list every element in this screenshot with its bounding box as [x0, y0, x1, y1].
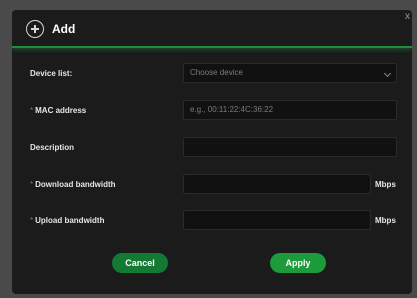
description-input[interactable]	[183, 137, 397, 157]
upload-unit-label: Mbps	[375, 216, 396, 225]
upload-bandwidth-label: * Upload bandwidth	[30, 216, 104, 226]
required-mark: *	[30, 180, 34, 189]
dialog-title: Add	[52, 22, 76, 36]
mac-address-label: * MAC address	[30, 106, 86, 116]
dialog-header: Add	[12, 10, 412, 48]
download-bandwidth-input[interactable]	[183, 174, 371, 194]
chevron-down-icon	[383, 69, 392, 78]
download-bandwidth-label-text: Download bandwidth	[35, 180, 116, 189]
mac-address-placeholder: e.g., 00:11:22:4C:36:22	[190, 105, 274, 114]
add-dialog: x Add Device list: Choose device * MAC ad…	[12, 10, 412, 294]
required-mark: *	[30, 216, 34, 225]
mac-address-label-text: MAC address	[35, 106, 87, 115]
device-list-select[interactable]: Choose device	[183, 63, 397, 83]
upload-bandwidth-input[interactable]	[183, 210, 371, 230]
description-label: Description	[30, 143, 75, 152]
device-list-placeholder: Choose device	[190, 68, 243, 77]
required-mark: *	[30, 106, 34, 115]
download-bandwidth-label: * Download bandwidth	[30, 180, 116, 190]
cancel-button[interactable]: Cancel	[112, 253, 168, 273]
upload-bandwidth-label-text: Upload bandwidth	[35, 216, 105, 225]
device-list-label: Device list:	[30, 69, 73, 78]
mac-address-input[interactable]: e.g., 00:11:22:4C:36:22	[183, 100, 397, 120]
apply-button[interactable]: Apply	[270, 253, 326, 273]
download-unit-label: Mbps	[375, 180, 396, 189]
plus-circle-icon	[26, 20, 44, 38]
